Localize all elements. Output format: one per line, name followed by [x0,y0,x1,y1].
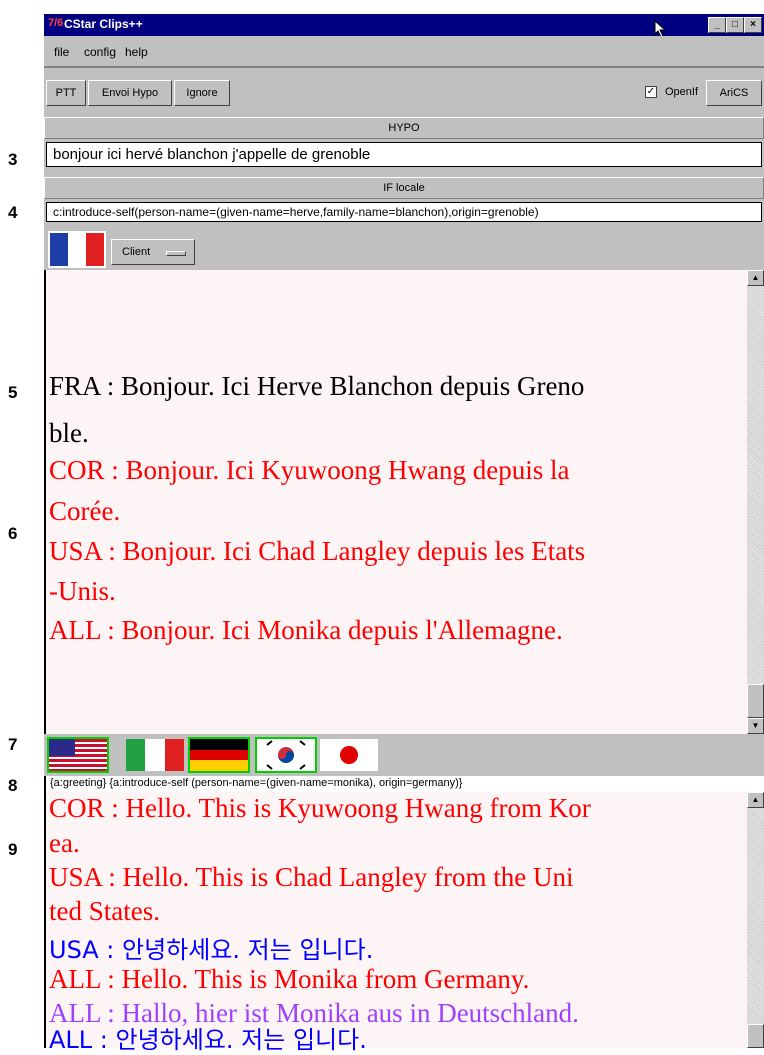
app-icon: 7/6 [48,17,64,29]
callout-8: 8 [8,776,18,795]
french-scrollbar[interactable]: ▲ ▼ [747,270,764,734]
ignore-button[interactable]: Ignore [174,80,230,106]
en-line-1: COR : Hello. This is Kyuwoong Hwang from… [49,793,591,823]
italy-flag-icon[interactable] [124,737,186,773]
fr-line-4: Corée. [49,496,121,526]
usa-flag-icon[interactable] [47,737,109,773]
scroll-up-arrow-icon[interactable]: ▲ [747,792,764,808]
menu-help[interactable]: help [125,45,148,59]
french-transcript-pane[interactable]: FRA : Bonjour. Ici Herve Blanchon depuis… [44,270,747,734]
menu-bar: file config help [44,36,764,66]
close-button[interactable]: × [744,17,762,33]
callout-7: 7 [8,735,18,754]
if-locale-field[interactable]: c:introduce-self(person-name=(given-name… [46,202,762,222]
arics-button[interactable]: AriCS [706,80,762,106]
english-scrollbar[interactable]: ▲ [747,792,764,1048]
title-bar[interactable]: 7/6 CStar Clips++ _ □ × [44,14,764,38]
scroll-up-arrow-icon[interactable]: ▲ [747,270,764,286]
fr-line-6: -Unis. [49,576,116,606]
hypo-input[interactable]: bonjour ici hervé blanchon j'appelle de … [46,142,762,167]
option-indicator-icon [166,251,186,256]
en-line-4: ted States. [49,896,160,926]
fr-line-3: COR : Bonjour. Ici Kyuwoong Hwang depuis… [49,455,570,485]
toolbar-divider [44,66,764,68]
envoi-hypo-button[interactable]: Envoi Hypo [88,80,172,106]
if-locale-header: IF locale [44,177,764,199]
callout-6: 6 [8,524,18,543]
en-line-5: USA : 안녕하세요. 저는 입니다. [49,936,374,964]
en-line-2: ea. [49,828,80,858]
en-line-3: USA : Hello. This is Chad Langley from t… [49,862,574,892]
fr-line-7: ALL : Bonjour. Ici Monika depuis l'Allem… [49,615,563,645]
fr-line-2: ble. [49,418,89,448]
hypo-header: HYPO [44,117,764,139]
maximize-button[interactable]: □ [726,17,744,33]
openif-checkbox[interactable]: ✓ [645,86,657,98]
ptt-button[interactable]: PTT [46,80,86,106]
menu-config[interactable]: config [84,45,116,59]
client-select-value: Client [122,246,151,258]
callout-5: 5 [8,383,18,402]
scroll-down-arrow-icon[interactable]: ▼ [747,718,764,734]
english-transcript-pane[interactable]: COR : Hello. This is Kyuwoong Hwang from… [44,792,747,1054]
callout-3: 3 [8,150,18,169]
scroll-thumb[interactable] [747,1024,764,1048]
fr-line-5: USA : Bonjour. Ici Chad Langley depuis l… [49,536,586,566]
france-flag-icon[interactable] [48,231,106,268]
en-line-6: ALL : Hello. This is Monika from Germany… [49,964,530,994]
openif-label: OpenIf [665,86,699,98]
korea-flag-icon[interactable] [255,737,317,773]
fr-line-1: FRA : Bonjour. Ici Herve Blanchon depuis… [49,371,585,401]
en-line-8: ALL : 안녕하세요. 저는 입니다. [49,1026,367,1054]
minimize-button[interactable]: _ [708,17,726,33]
germany-flag-icon[interactable] [188,737,250,773]
if-received-line: {a:greeting} {a:introduce-self (person-n… [44,776,764,792]
japan-flag-icon[interactable] [318,737,380,773]
callout-9: 9 [8,840,18,859]
client-select[interactable]: Client [111,239,195,265]
menu-file[interactable]: file [54,45,69,59]
window-title: CStar Clips++ [64,17,143,31]
scroll-thumb[interactable] [747,684,764,718]
callout-4: 4 [8,203,18,222]
